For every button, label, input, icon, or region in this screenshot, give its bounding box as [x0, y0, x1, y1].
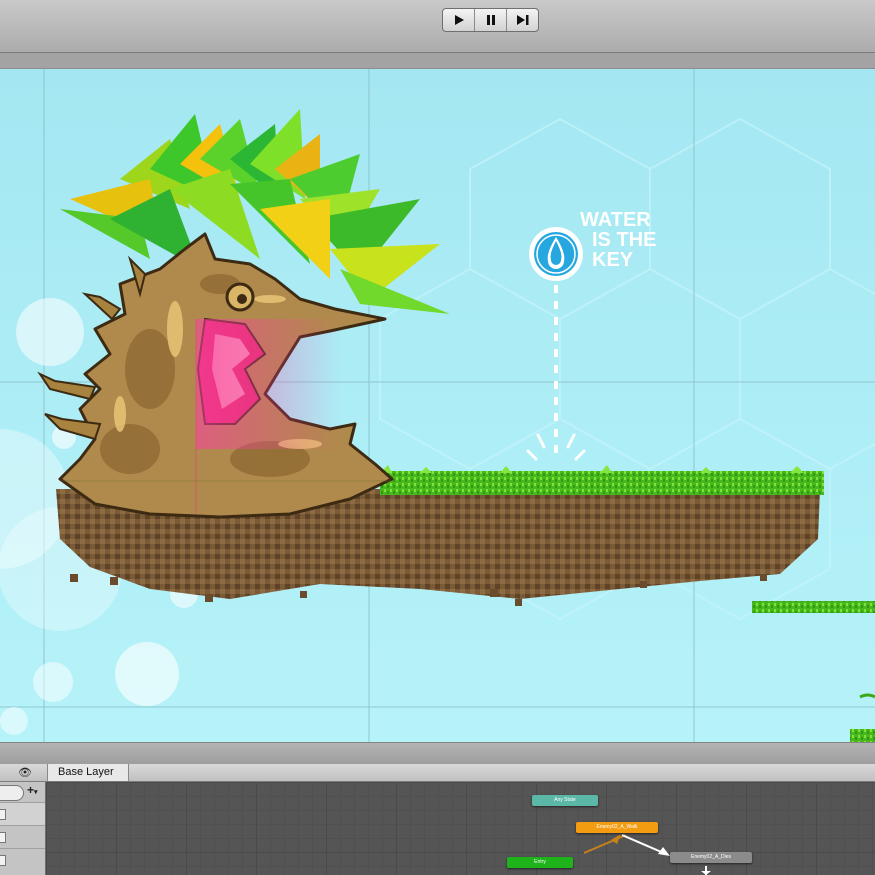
playback-controls — [442, 8, 539, 32]
state-walk[interactable]: Enemy02_A_Walk — [576, 822, 658, 833]
step-button[interactable] — [507, 9, 538, 31]
parameters-panel: +▾ — [0, 782, 46, 875]
scene-view[interactable]: WATER IS THE KEY — [0, 69, 875, 742]
sign-line-1: WATER — [580, 209, 651, 231]
pause-button[interactable] — [475, 9, 507, 31]
toolbar — [0, 0, 875, 53]
play-icon — [454, 15, 464, 25]
small-platform — [752, 601, 875, 613]
animator-panel: 👁 Base Layer +▾ Any State Enemy02_A_Walk… — [0, 764, 875, 875]
sign-line-2: IS THE — [592, 229, 656, 251]
plus-icon[interactable]: +▾ — [27, 783, 38, 797]
animator-header: 👁 Base Layer — [0, 764, 875, 782]
scene-canvas[interactable]: WATER IS THE KEY — [0, 69, 875, 742]
state-any-state[interactable]: Any State — [532, 795, 598, 806]
tab-base-layer[interactable]: Base Layer — [47, 764, 129, 781]
parameter-search-input[interactable] — [0, 785, 24, 801]
state-machine-graph[interactable]: Any State Enemy02_A_Walk Enemy02_A_Dies … — [46, 782, 875, 875]
eye-icon[interactable]: 👁 — [18, 766, 32, 779]
parameter-row[interactable] — [0, 802, 45, 825]
parameter-row[interactable] — [0, 825, 45, 848]
panel-divider — [0, 742, 875, 765]
state-dies[interactable]: Enemy02_A_Dies — [670, 852, 752, 863]
island-grass — [380, 471, 824, 495]
sign-line-3: KEY — [592, 249, 634, 271]
step-forward-icon — [516, 15, 528, 25]
state-entry[interactable]: Entry — [507, 857, 573, 868]
scene-view-header — [0, 53, 875, 69]
pause-icon — [486, 15, 495, 25]
play-button[interactable] — [443, 9, 475, 31]
parameter-row[interactable] — [0, 848, 45, 871]
parameter-checkbox[interactable] — [0, 832, 6, 843]
parameter-checkbox[interactable] — [0, 855, 6, 866]
parameter-checkbox[interactable] — [0, 809, 6, 820]
